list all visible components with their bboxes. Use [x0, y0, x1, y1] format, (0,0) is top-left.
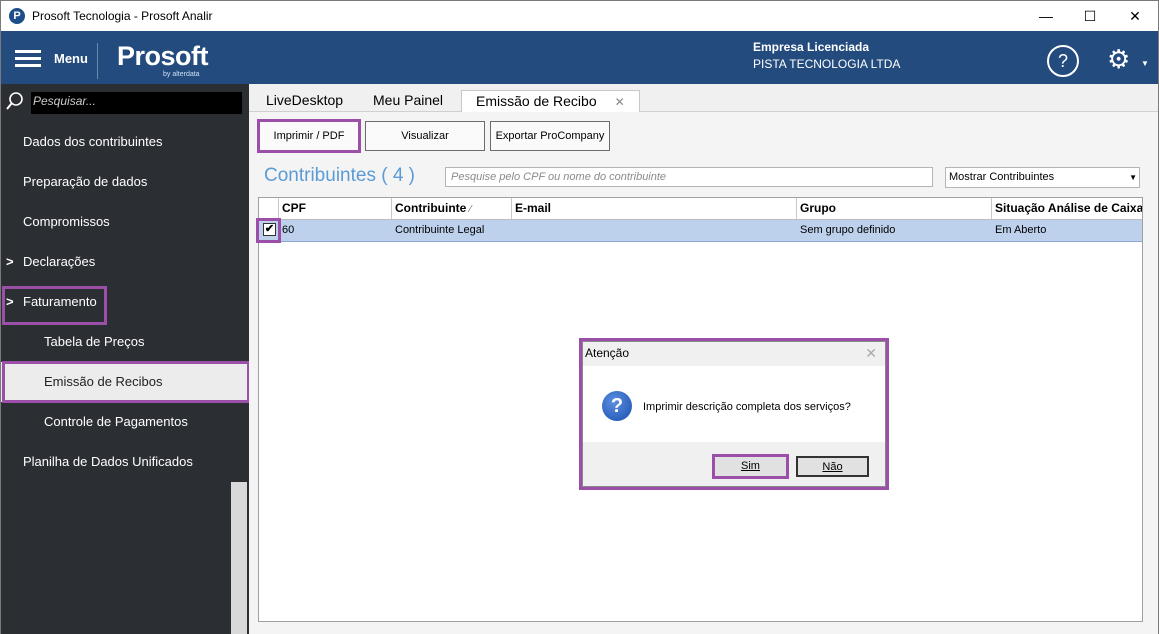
- header-divider: [97, 43, 98, 79]
- confirm-dialog: Atenção ✕ ? Imprimir descrição completa …: [582, 341, 886, 487]
- company-name: PISTA TECNOLOGIA LTDA: [753, 57, 901, 71]
- export-procompany-button[interactable]: Exportar ProCompany: [490, 121, 610, 151]
- sidebar-item-label: Tabela de Preços: [44, 334, 145, 349]
- close-window-button[interactable]: ✕: [1112, 1, 1158, 31]
- hamburger-menu-icon[interactable]: [15, 50, 41, 68]
- tab-livedesktop[interactable]: LiveDesktop: [266, 90, 343, 112]
- app-logo-icon: P: [9, 8, 25, 24]
- sidebar-item-label: Compromissos: [23, 214, 110, 229]
- menu-button[interactable]: Menu: [54, 51, 88, 66]
- app-window: P Prosoft Tecnologia - Prosoft Analir — …: [0, 0, 1159, 634]
- sidebar-item-tabela-precos[interactable]: Tabela de Preços: [1, 322, 249, 362]
- sidebar-item-emissao-recibos[interactable]: Emissão de Recibos: [1, 362, 249, 402]
- prosoft-logo: Prosoft: [117, 41, 209, 71]
- sidebar: Pesquisar... Dados dos contribuintes Pre…: [1, 84, 250, 634]
- dialog-title: Atenção: [585, 346, 630, 360]
- column-header-cpf[interactable]: CPF: [279, 198, 392, 219]
- sidebar-item-label: Preparação de dados: [23, 174, 148, 189]
- view-button[interactable]: Visualizar: [365, 121, 485, 151]
- tab-label: Emissão de Recibo: [476, 93, 597, 109]
- gear-icon[interactable]: ⚙: [1107, 44, 1130, 74]
- search-icon: [6, 92, 23, 110]
- show-contributors-select[interactable]: Mostrar Contribuintes ▼: [945, 167, 1140, 188]
- yes-button[interactable]: Sim: [714, 456, 787, 477]
- contributor-search-input[interactable]: Pesquise pelo CPF ou nome do contribuint…: [445, 167, 933, 187]
- sidebar-item-controle-pagamentos[interactable]: Controle de Pagamentos: [1, 402, 249, 442]
- column-header-contribuinte[interactable]: Contribuinte ⁄: [392, 198, 512, 219]
- sidebar-item-label: Controle de Pagamentos: [44, 414, 188, 429]
- logo-subtitle: by alterdata: [163, 71, 200, 78]
- sidebar-item-declaracoes[interactable]: > Declarações: [1, 242, 249, 282]
- select-value: Mostrar Contribuintes: [949, 171, 1055, 183]
- column-header-situacao[interactable]: Situação Análise de Caixa: [992, 198, 1142, 219]
- row-checkbox[interactable]: ✔: [263, 223, 276, 236]
- cell-contribuinte: Contribuinte Legal: [395, 224, 485, 236]
- close-icon[interactable]: ✕: [615, 95, 625, 109]
- chevron-right-icon: >: [6, 254, 14, 269]
- chevron-down-icon: ▼: [1129, 173, 1137, 182]
- title-bar: P Prosoft Tecnologia - Prosoft Analir — …: [1, 1, 1158, 31]
- app-header: Menu Prosoft by alterdata Empresa Licenc…: [1, 31, 1158, 84]
- dialog-message: Imprimir descrição completa dos serviços…: [643, 401, 851, 413]
- tab-bar: LiveDesktop Meu Painel Emissão de Recibo…: [249, 84, 1158, 113]
- question-icon: ?: [602, 391, 632, 421]
- chevron-down-icon[interactable]: ▼: [1141, 59, 1149, 68]
- sidebar-item-preparacao[interactable]: Preparação de dados: [1, 162, 249, 202]
- cell-email: [512, 220, 515, 241]
- sidebar-item-label: Faturamento: [23, 294, 97, 309]
- no-button[interactable]: Não: [796, 456, 869, 477]
- sidebar-item-faturamento[interactable]: > Faturamento: [1, 282, 249, 322]
- tab-meu-painel[interactable]: Meu Painel: [373, 90, 443, 112]
- help-icon[interactable]: ?: [1047, 45, 1079, 77]
- tab-emissao-recibo[interactable]: Emissão de Recibo ✕: [461, 90, 640, 113]
- search-input[interactable]: Pesquisar...: [31, 92, 242, 114]
- column-header-grupo[interactable]: Grupo: [797, 198, 992, 219]
- cell-grupo: Sem grupo definido: [800, 224, 896, 236]
- column-header-select: [259, 198, 279, 219]
- cell-situacao: Em Aberto: [995, 224, 1047, 236]
- sidebar-item-planilha[interactable]: Planilha de Dados Unificados: [1, 442, 249, 482]
- table-row[interactable]: ✔ 60 Contribuinte Legal Sem grupo defini…: [259, 220, 1142, 242]
- sidebar-scrollbar[interactable]: [231, 482, 247, 634]
- sort-indicator-icon: ⁄: [469, 204, 472, 215]
- sidebar-search: Pesquisar...: [1, 84, 249, 120]
- sidebar-item-dados-contribuintes[interactable]: Dados dos contribuintes: [1, 122, 249, 162]
- sidebar-item-label: Declarações: [23, 254, 96, 269]
- sidebar-item-compromissos[interactable]: Compromissos: [1, 202, 249, 242]
- chevron-right-icon: >: [6, 294, 14, 309]
- column-header-label: Contribuinte: [395, 201, 467, 215]
- sidebar-item-label: Planilha de Dados Unificados: [23, 454, 193, 469]
- window-title: Prosoft Tecnologia - Prosoft Analir: [32, 9, 213, 23]
- print-pdf-button[interactable]: Imprimir / PDF: [259, 121, 359, 151]
- grid-header: CPF Contribuinte ⁄ E-mail Grupo Situação…: [259, 198, 1142, 220]
- section-title: Contribuintes ( 4 ): [264, 165, 416, 186]
- minimize-button[interactable]: —: [1023, 1, 1069, 31]
- cell-cpf: 60: [282, 224, 295, 236]
- sidebar-item-label: Emissão de Recibos: [44, 374, 163, 389]
- maximize-button[interactable]: ☐: [1067, 1, 1113, 31]
- column-header-email[interactable]: E-mail: [512, 198, 797, 219]
- company-label: Empresa Licenciada: [753, 40, 870, 54]
- close-icon[interactable]: ✕: [865, 345, 877, 362]
- sidebar-item-label: Dados dos contribuintes: [23, 134, 163, 149]
- dialog-body: ? Imprimir descrição completa dos serviç…: [583, 366, 885, 442]
